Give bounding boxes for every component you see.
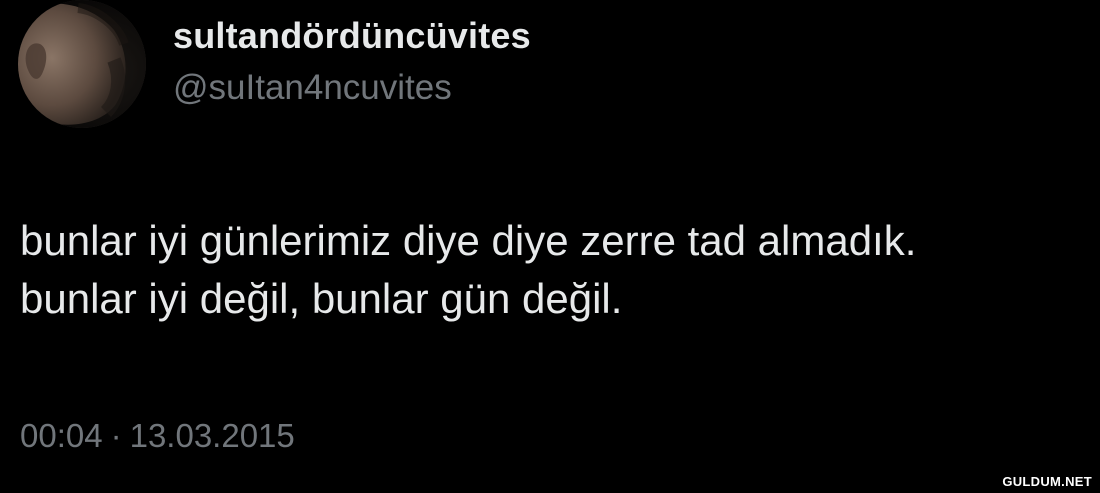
timestamp-separator: · xyxy=(110,417,122,454)
author-display-name[interactable]: sultandördüncüvites xyxy=(173,15,531,57)
tweet-card: sultandördüncüvites @suItan4ncuvites bun… xyxy=(0,0,1100,493)
site-watermark: GULDUM.NET xyxy=(1002,474,1092,489)
tweet-text-line-2: bunlar iyi değil, bunlar gün değil. xyxy=(20,275,623,322)
avatar[interactable] xyxy=(18,0,146,128)
author-handle[interactable]: @suItan4ncuvites xyxy=(173,68,452,108)
tweet-timestamp[interactable]: 00:04 · 13.03.2015 xyxy=(20,417,295,455)
tweet-date: 13.03.2015 xyxy=(129,417,295,454)
tweet-text-line-1: bunlar iyi günlerimiz diye diye zerre ta… xyxy=(20,217,917,264)
tweet-text: bunlar iyi günlerimiz diye diye zerre ta… xyxy=(20,212,1090,328)
profile-photo xyxy=(18,0,146,128)
tweet-time: 00:04 xyxy=(20,417,103,454)
